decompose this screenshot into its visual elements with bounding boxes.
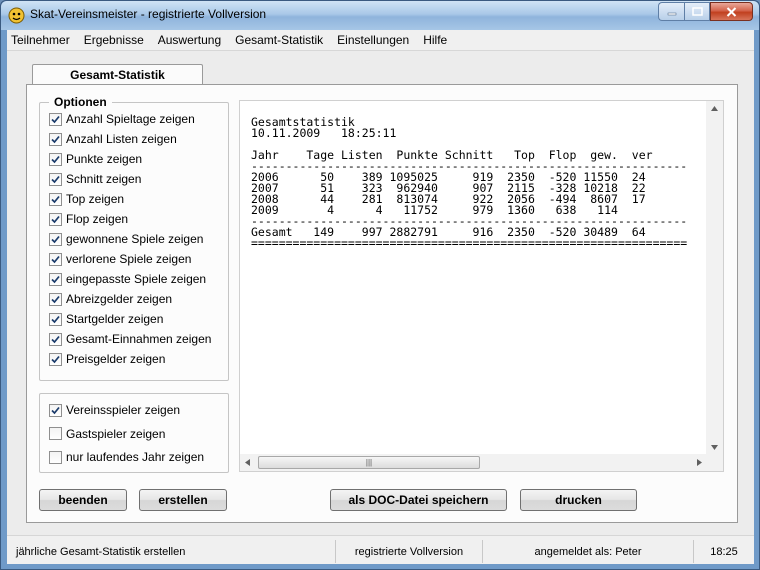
minimize-icon — [667, 12, 676, 15]
minimize-button[interactable] — [658, 2, 684, 21]
options-group: Optionen Anzahl Spieltage zeigen Anzahl L… — [39, 95, 229, 381]
scroll-up-icon[interactable] — [711, 106, 718, 111]
checkbox-checked-icon[interactable] — [49, 252, 62, 266]
checkbox-checked-icon[interactable] — [49, 292, 62, 306]
option-label: Anzahl Listen zeigen — [66, 132, 177, 146]
tab-panel: Optionen Anzahl Spieltage zeigen Anzahl L… — [26, 84, 738, 523]
tab-gesamt-statistik[interactable]: Gesamt-Statistik — [32, 64, 203, 85]
maximize-icon — [691, 7, 703, 16]
vertical-scrollbar[interactable] — [706, 101, 723, 455]
report-view[interactable]: Gesamtstatistik 10.11.2009 18:25:11 Jahr… — [239, 100, 724, 472]
title-bar[interactable]: Skat-Vereinsmeister - registrierte Vollv… — [1, 1, 759, 30]
checkbox-checked-icon[interactable] — [49, 312, 62, 326]
client-area: Teilnehmer Ergebnisse Auswertung Gesamt-… — [7, 30, 754, 564]
menu-item-ergebnisse[interactable]: Ergebnisse — [84, 33, 144, 47]
options-group-title: Optionen — [49, 95, 112, 109]
quit-button[interactable]: beenden — [39, 489, 127, 511]
filter-label: Gastspieler zeigen — [66, 426, 166, 441]
app-icon — [8, 7, 25, 24]
menu-bar: Teilnehmer Ergebnisse Auswertung Gesamt-… — [7, 30, 754, 50]
option-flop-zeigen[interactable]: Flop zeigen — [49, 212, 128, 226]
checkbox-checked-icon[interactable] — [49, 232, 62, 246]
print-button[interactable]: drucken — [520, 489, 637, 511]
status-message: jährliche Gesamt-Statistik erstellen — [16, 545, 186, 558]
menu-item-einstellungen[interactable]: Einstellungen — [337, 33, 409, 47]
filter-vereinsspieler-zeigen[interactable]: Vereinsspieler zeigen — [49, 403, 180, 417]
option-label: Preisgelder zeigen — [66, 352, 166, 366]
option-label: Flop zeigen — [66, 212, 129, 226]
status-user: angemeldet als: Peter — [482, 540, 693, 563]
option-schnitt-zeigen[interactable]: Schnitt zeigen — [49, 172, 141, 186]
option-label: Anzahl Spieltage zeigen — [66, 112, 195, 126]
filter-gastspieler-zeigen[interactable]: Gastspieler zeigen — [49, 427, 165, 441]
scroll-right-icon[interactable] — [697, 459, 702, 466]
checkbox-checked-icon[interactable] — [49, 132, 62, 146]
checkbox-checked-icon[interactable] — [49, 192, 62, 206]
option-gesamt-einnahmen-zeigen[interactable]: Gesamt-Einnahmen zeigen — [49, 332, 211, 346]
menu-separator — [7, 50, 754, 51]
checkbox-checked-icon[interactable] — [49, 172, 62, 186]
option-startgelder-zeigen[interactable]: Startgelder zeigen — [49, 312, 163, 326]
option-label: Schnitt zeigen — [66, 172, 142, 186]
scroll-down-icon[interactable] — [711, 445, 718, 450]
checkbox-checked-icon[interactable] — [49, 332, 62, 346]
player-filter-group: Vereinsspieler zeigen Gastspieler zeigen n… — [39, 393, 229, 473]
checkbox-unchecked-icon[interactable] — [49, 427, 62, 440]
checkbox-checked-icon[interactable] — [49, 152, 62, 166]
scroll-corner — [706, 454, 723, 471]
option-preisgelder-zeigen[interactable]: Preisgelder zeigen — [49, 352, 165, 366]
menu-item-auswertung[interactable]: Auswertung — [158, 33, 221, 47]
horizontal-scrollbar[interactable]: ||| — [240, 454, 707, 471]
app-window: Skat-Vereinsmeister - registrierte Vollv… — [0, 0, 760, 570]
checkbox-checked-icon[interactable] — [49, 212, 62, 226]
checkbox-checked-icon[interactable] — [49, 112, 62, 126]
option-label: Startgelder zeigen — [66, 312, 164, 326]
window-controls — [658, 2, 753, 21]
option-anzahl-listen-zeigen[interactable]: Anzahl Listen zeigen — [49, 132, 177, 146]
save-doc-button[interactable]: als DOC-Datei speichern — [330, 489, 507, 511]
horizontal-scroll-thumb[interactable]: ||| — [258, 456, 480, 469]
menu-item-teilnehmer[interactable]: Teilnehmer — [11, 33, 70, 47]
filter-label: Vereinsspieler zeigen — [66, 403, 181, 417]
option-label: Gesamt-Einnahmen zeigen — [66, 332, 212, 346]
option-eingepasste-spiele-zeigen[interactable]: eingepasste Spiele zeigen — [49, 272, 206, 286]
option-gewonnene-spiele-zeigen[interactable]: gewonnene Spiele zeigen — [49, 232, 203, 246]
maximize-button[interactable] — [684, 2, 710, 21]
status-bar: jährliche Gesamt-Statistik erstellen reg… — [7, 535, 754, 564]
report-text: Gesamtstatistik 10.11.2009 18:25:11 Jahr… — [251, 117, 688, 250]
checkbox-checked-icon[interactable] — [49, 403, 62, 417]
window-title: Skat-Vereinsmeister - registrierte Vollv… — [30, 7, 267, 21]
filter-nur-laufendes-jahr-zeigen[interactable]: nur laufendes Jahr zeigen — [49, 450, 204, 464]
scroll-left-icon[interactable] — [245, 459, 250, 466]
checkbox-checked-icon[interactable] — [49, 352, 62, 366]
status-license: registrierte Vollversion — [335, 540, 482, 563]
close-button[interactable] — [710, 2, 753, 21]
option-label: Top zeigen — [66, 192, 125, 206]
checkbox-checked-icon[interactable] — [49, 272, 62, 286]
menu-item-gesamt-statistik[interactable]: Gesamt-Statistik — [235, 33, 323, 47]
option-anzahl-spieltage-zeigen[interactable]: Anzahl Spieltage zeigen — [49, 112, 195, 126]
option-abreizgelder-zeigen[interactable]: Abreizgelder zeigen — [49, 292, 172, 306]
option-label: verlorene Spiele zeigen — [66, 252, 192, 266]
close-icon — [726, 6, 737, 17]
create-button[interactable]: erstellen — [139, 489, 227, 511]
option-punkte-zeigen[interactable]: Punkte zeigen — [49, 152, 142, 166]
option-label: Abreizgelder zeigen — [66, 292, 173, 306]
status-time: 18:25 — [693, 540, 754, 563]
option-top-zeigen[interactable]: Top zeigen — [49, 192, 124, 206]
option-label: gewonnene Spiele zeigen — [66, 232, 204, 246]
option-label: Punkte zeigen — [66, 152, 143, 166]
option-label: eingepasste Spiele zeigen — [66, 272, 207, 286]
option-verlorene-spiele-zeigen[interactable]: verlorene Spiele zeigen — [49, 252, 191, 266]
checkbox-unchecked-icon[interactable] — [49, 450, 62, 464]
menu-item-hilfe[interactable]: Hilfe — [423, 33, 447, 47]
filter-label: nur laufendes Jahr zeigen — [66, 450, 205, 464]
